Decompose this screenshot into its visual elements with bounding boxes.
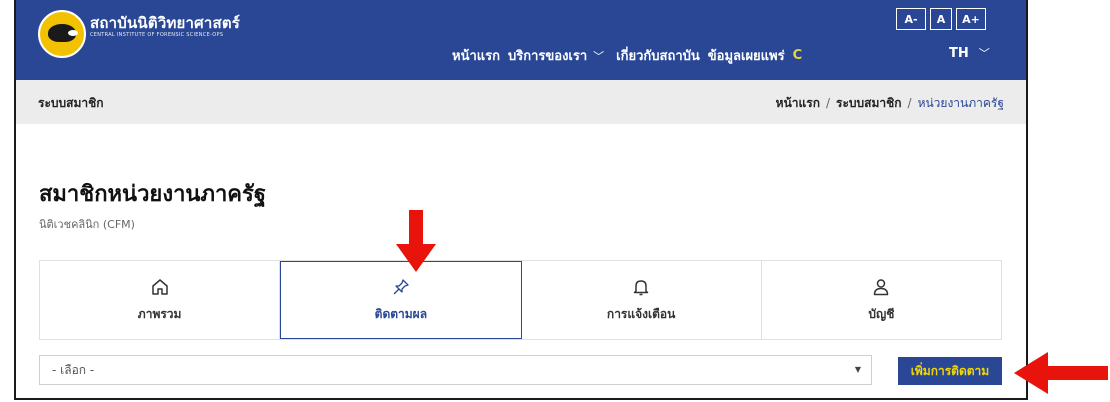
brand-name-th: สถาบันนิติวิทยาศาสตร์ bbox=[90, 14, 241, 32]
breadcrumb-bar: ระบบสมาชิก หน้าแรก / ระบบสมาชิก / หน่วยงานภา… bbox=[16, 80, 1026, 124]
bell-icon bbox=[633, 279, 649, 295]
tab-overview[interactable]: ภาพรวม bbox=[40, 261, 281, 339]
tab-label: ติดตามผล bbox=[374, 306, 428, 321]
case-select[interactable]: - เลือก - ▼ bbox=[39, 355, 872, 385]
tab-account[interactable]: บัญชี bbox=[762, 261, 1001, 339]
tab-label: การแจ้งเตือน bbox=[606, 306, 676, 321]
brand-name-en: CENTRAL INSTITUTE OF FORENSIC SCIENCE-OP… bbox=[90, 32, 224, 38]
nav-item-about[interactable]: เกี่ยวกับสถาบัน bbox=[616, 45, 700, 66]
select-value: - เลือก - bbox=[52, 363, 95, 377]
breadcrumb-members[interactable]: ระบบสมาชิก bbox=[836, 96, 902, 110]
nav-item-publications[interactable]: ข้อมูลเผยแพร่ bbox=[708, 45, 785, 66]
left-arrow-annotation-icon bbox=[1014, 352, 1108, 394]
font-size-controls: A- A A+ bbox=[896, 8, 986, 30]
member-tabs: ภาพรวม ติดตามผล การแจ้งเตือน บัญชี bbox=[39, 260, 1002, 340]
chevron-down-icon[interactable]: ﹀ bbox=[593, 48, 604, 64]
tab-follow-up[interactable]: ติดตามผล bbox=[280, 261, 522, 339]
font-increase-button[interactable]: A+ bbox=[956, 8, 986, 30]
breadcrumb-home[interactable]: หน้าแรก bbox=[776, 96, 820, 110]
home-icon bbox=[151, 278, 168, 295]
nav-item-services[interactable]: บริการของเรา bbox=[508, 45, 587, 66]
add-follow-up-button[interactable]: เพิ่มการติดตาม bbox=[898, 357, 1002, 385]
user-icon bbox=[874, 278, 889, 295]
page-title: สมาชิกหน่วยงานภาครัฐ bbox=[39, 182, 266, 207]
brand[interactable]: สถาบันนิติวิทยาศาสตร์ CENTRAL INSTITUTE … bbox=[90, 14, 240, 39]
breadcrumb-current: หน่วยงานภาครัฐ bbox=[917, 96, 1004, 110]
tab-label: บัญชี bbox=[868, 306, 895, 321]
site-header: สถาบันนิติวิทยาศาสตร์ CENTRAL INSTITUTE … bbox=[16, 0, 1026, 80]
tab-label: ภาพรวม bbox=[137, 306, 182, 321]
page-frame: สถาบันนิติวิทยาศาสตร์ CENTRAL INSTITUTE … bbox=[14, 0, 1028, 400]
institute-logo[interactable] bbox=[38, 10, 86, 58]
nav-item-home[interactable]: หน้าแรก bbox=[452, 45, 500, 66]
font-normal-button[interactable]: A bbox=[930, 8, 952, 30]
language-selector[interactable]: TH ﹀ bbox=[949, 45, 990, 61]
page-subtitle: นิติเวชคลินิก (CFM) bbox=[39, 218, 135, 231]
caret-down-icon: ▼ bbox=[854, 365, 861, 374]
main-nav: หน้าแรก บริการของเรา ﹀ เกี่ยวกับสถาบัน ข… bbox=[452, 45, 802, 66]
section-title: ระบบสมาชิก bbox=[38, 96, 104, 110]
language-label: TH bbox=[949, 46, 969, 61]
pin-icon bbox=[393, 278, 409, 294]
nav-item-more[interactable]: C bbox=[793, 48, 803, 63]
chevron-down-icon: ﹀ bbox=[978, 47, 990, 60]
font-decrease-button[interactable]: A- bbox=[896, 8, 926, 30]
tab-notifications[interactable]: การแจ้งเตือน bbox=[522, 261, 762, 339]
breadcrumb: หน้าแรก / ระบบสมาชิก / หน่วยงานภาครัฐ bbox=[775, 96, 1004, 110]
